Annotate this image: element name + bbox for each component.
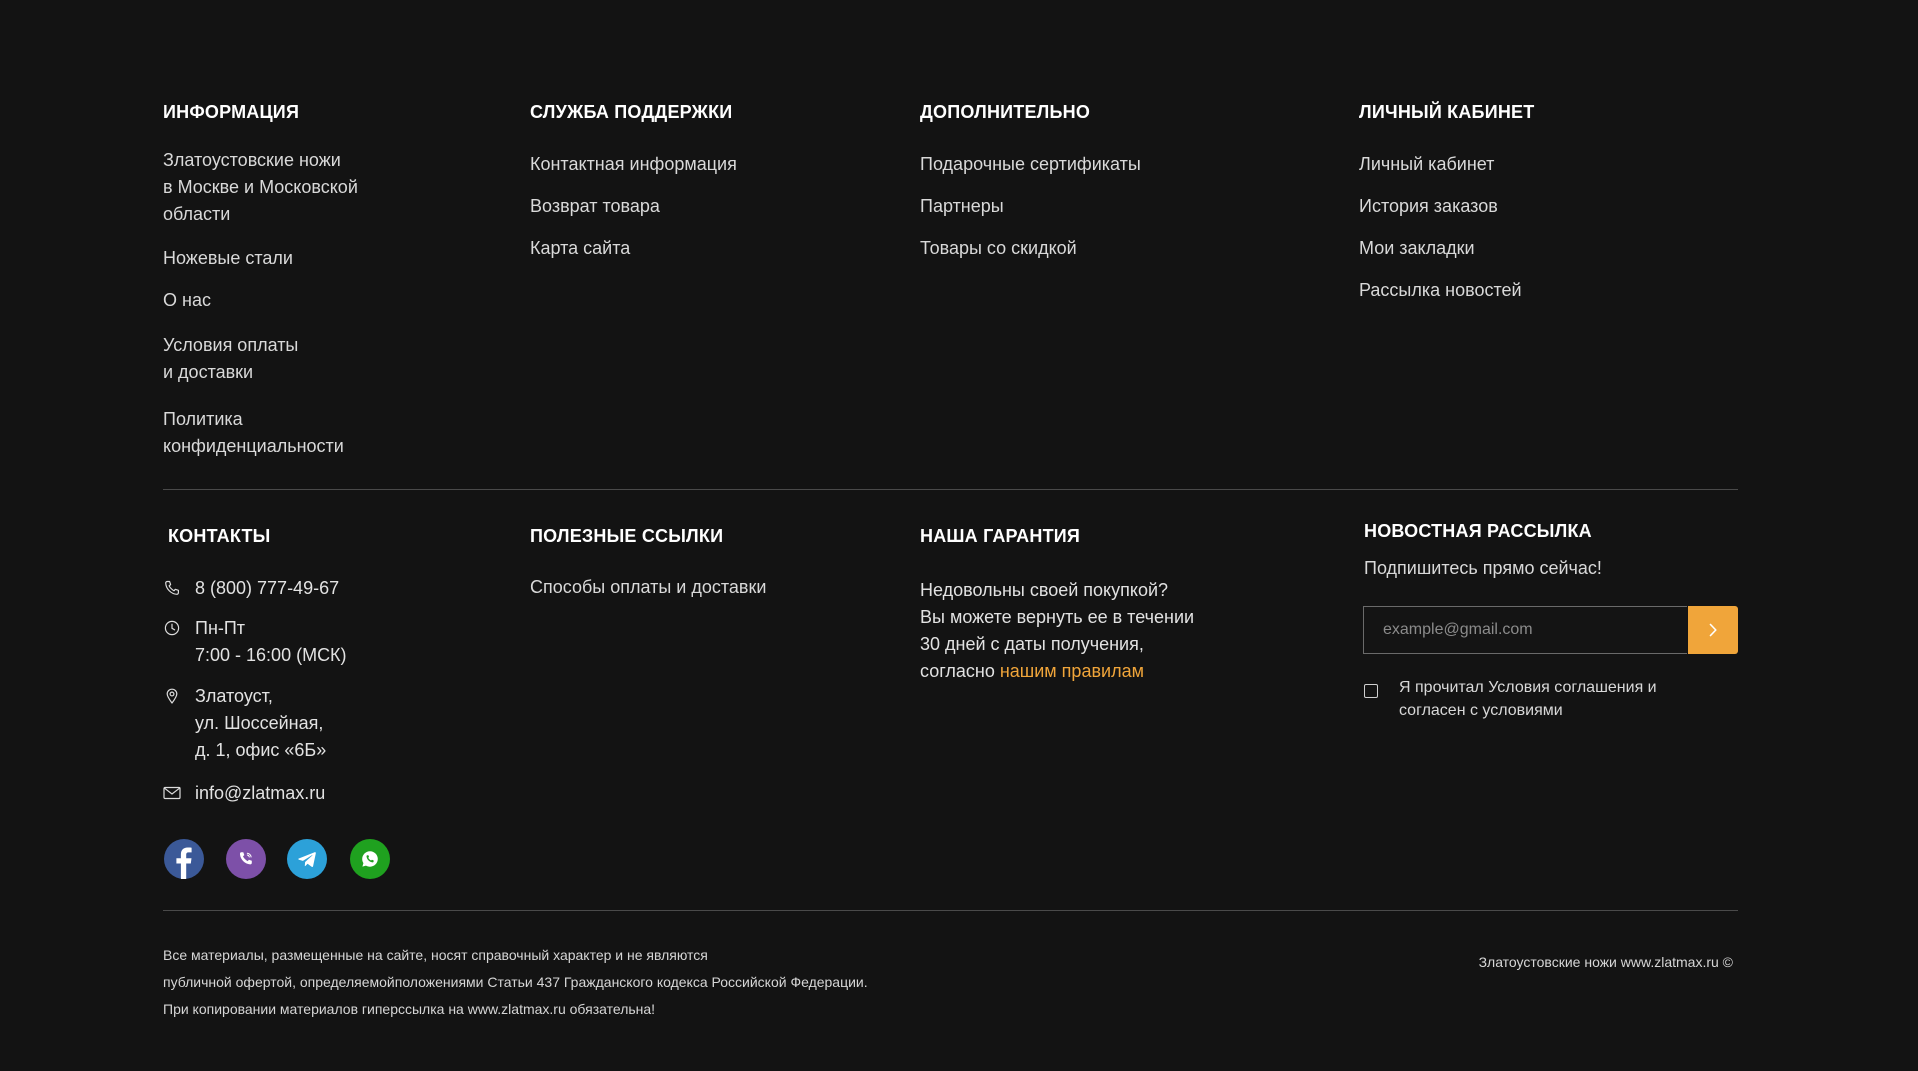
whatsapp-icon[interactable]: [350, 839, 390, 879]
info-link-steels[interactable]: Ножевые стали: [163, 245, 293, 272]
working-hours: Пн-Пт 7:00 - 16:00 (МСК): [195, 615, 347, 669]
address-line: Златоуст,: [195, 686, 273, 706]
guarantee-line: Недовольны своей покупкой?: [920, 580, 1169, 600]
consent-line: Я прочитал Условия соглашения и: [1399, 679, 1657, 696]
mail-icon: [163, 784, 181, 802]
info-link-knives-moscow[interactable]: Златоустовские ножи в Москве и Московско…: [163, 147, 358, 228]
extra-link-partners[interactable]: Партнеры: [920, 193, 1004, 220]
info-heading: ИНФОРМАЦИЯ: [163, 102, 300, 122]
support-link-returns[interactable]: Возврат товара: [530, 193, 660, 220]
phone-icon: [163, 579, 181, 597]
newsletter-heading: НОВОСТНАЯ РАССЫЛКА: [1364, 521, 1592, 541]
support-link-sitemap[interactable]: Карта сайта: [530, 235, 630, 262]
support-link-contact-info[interactable]: Контактная информация: [530, 151, 737, 178]
location-pin-icon: [163, 687, 181, 705]
copyright: Златоустовские ножи www.zlatmax.ru ©: [1478, 954, 1733, 970]
consent-label: Я прочитал Условия соглашения и согласен…: [1399, 676, 1657, 722]
telegram-icon[interactable]: [287, 839, 327, 879]
address: Златоуст, ул. Шоссейная, д. 1, офис «6Б»: [195, 683, 326, 764]
address-line: ул. Шоссейная,: [195, 713, 324, 733]
guarantee-heading: НАША ГАРАНТИЯ: [920, 526, 1081, 546]
guarantee-line: согласно: [920, 661, 1000, 681]
hours-time: 7:00 - 16:00 (МСК): [195, 645, 347, 665]
link-line: Златоустовские ножи: [163, 150, 341, 170]
phone-link[interactable]: 8 (800) 777-49-67: [195, 575, 339, 602]
address-line: д. 1, офис «6Б»: [195, 740, 327, 760]
useful-heading: ПОЛЕЗНЫЕ ССЫЛКИ: [530, 526, 724, 546]
legal-line: публичной офертой, определяемойположения…: [163, 974, 868, 990]
contact-phone-row: 8 (800) 777-49-67: [163, 575, 339, 602]
chevron-right-icon: [1709, 623, 1717, 637]
extra-link-gift-certificates[interactable]: Подарочные сертификаты: [920, 151, 1141, 178]
info-link-about[interactable]: О нас: [163, 287, 211, 314]
useful-link-payment-delivery[interactable]: Способы оплаты и доставки: [530, 574, 766, 601]
viber-icon[interactable]: [226, 839, 266, 879]
contacts-heading: КОНТАКТЫ: [168, 526, 271, 546]
email-link[interactable]: info@zlatmax.ru: [195, 780, 325, 807]
extra-link-discounts[interactable]: Товары со скидкой: [920, 235, 1077, 262]
legal-text: Все материалы, размещенные на сайте, нос…: [163, 942, 868, 1023]
support-heading: СЛУЖБА ПОДДЕРЖКИ: [530, 102, 733, 122]
info-link-privacy-policy[interactable]: Политика конфиденциальности: [163, 406, 344, 460]
hours-days: Пн-Пт: [195, 618, 246, 638]
guarantee-line: 30 дней с даты получения,: [920, 634, 1144, 654]
account-link-cabinet[interactable]: Личный кабинет: [1359, 151, 1494, 178]
link-line: Условия оплаты: [163, 335, 299, 355]
link-line: и доставки: [163, 362, 254, 382]
consent-checkbox[interactable]: [1364, 684, 1378, 698]
rules-link[interactable]: нашим правилам: [1000, 661, 1144, 681]
legal-line: При копировании материалов гиперссылка н…: [163, 1001, 656, 1017]
account-link-newsletter[interactable]: Рассылка новостей: [1359, 277, 1522, 304]
section-divider: [163, 489, 1738, 490]
contact-hours-row: Пн-Пт 7:00 - 16:00 (МСК): [163, 615, 347, 669]
guarantee-line: Вы можете вернуть ее в течении: [920, 607, 1195, 627]
clock-icon: [163, 619, 181, 637]
account-link-order-history[interactable]: История заказов: [1359, 193, 1498, 220]
consent-line: согласен с условиями: [1399, 702, 1563, 719]
contact-email-row: info@zlatmax.ru: [163, 780, 325, 807]
email-field[interactable]: [1364, 620, 1675, 640]
link-line: Политика: [163, 409, 243, 429]
link-line: конфиденциальности: [163, 436, 344, 456]
info-link-payment-delivery[interactable]: Условия оплаты и доставки: [163, 332, 298, 386]
contact-address-row: Златоуст, ул. Шоссейная, д. 1, офис «6Б»: [163, 683, 326, 764]
guarantee-text: Недовольны своей покупкой? Вы можете вер…: [920, 577, 1250, 685]
account-heading: ЛИЧНЫЙ КАБИНЕТ: [1359, 102, 1535, 122]
account-link-bookmarks[interactable]: Мои закладки: [1359, 235, 1475, 262]
legal-line: Все материалы, размещенные на сайте, нос…: [163, 947, 708, 963]
link-line: в Москве и Московской: [163, 177, 358, 197]
section-divider: [163, 910, 1738, 911]
newsletter-subtitle: Подпишитесь прямо сейчас!: [1364, 558, 1602, 578]
link-line: области: [163, 204, 231, 224]
extra-heading: ДОПОЛНИТЕЛЬНО: [920, 102, 1091, 122]
email-field-wrapper: [1363, 606, 1687, 654]
subscribe-button[interactable]: [1688, 606, 1738, 654]
facebook-icon[interactable]: [164, 839, 204, 879]
